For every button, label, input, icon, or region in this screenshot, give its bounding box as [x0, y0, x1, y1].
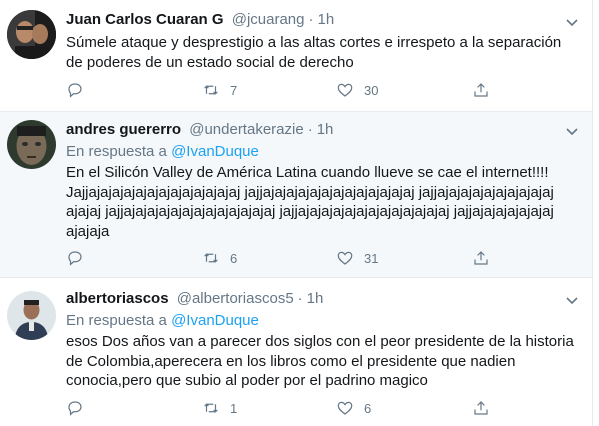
- reply-mention-link[interactable]: @IvanDuque: [171, 312, 259, 329]
- separator-dot: ·: [307, 121, 313, 138]
- tweet[interactable]: andres guererro @undertakerazie · 1h En re…: [0, 112, 592, 278]
- reply-button[interactable]: [66, 248, 84, 268]
- avatar-photo: [7, 291, 56, 340]
- share-button[interactable]: [472, 80, 490, 100]
- tweet-text: Súmele ataque y desprestigio a las altas…: [66, 34, 562, 71]
- like-count: 6: [364, 400, 372, 416]
- avatar[interactable]: [7, 291, 56, 340]
- tweet-actions: 7 30: [66, 80, 506, 100]
- retweet-button[interactable]: 1: [202, 398, 237, 418]
- share-icon: [474, 83, 488, 97]
- reply-icon: [68, 83, 82, 98]
- retweet-count: 1: [230, 400, 238, 416]
- share-button[interactable]: [472, 248, 490, 268]
- like-button[interactable]: 30: [336, 80, 378, 100]
- like-count: 31: [364, 250, 379, 266]
- reply-prefix: En respuesta a: [66, 143, 172, 160]
- tweet-time[interactable]: 1h: [317, 121, 334, 138]
- chevron-down-icon[interactable]: [564, 123, 580, 139]
- avatar-photo: [7, 10, 56, 59]
- retweet-button[interactable]: 6: [202, 248, 237, 268]
- share-icon: [474, 251, 488, 265]
- like-button[interactable]: 6: [336, 398, 371, 418]
- avatar[interactable]: [7, 10, 56, 59]
- chevron-down-icon[interactable]: [564, 292, 580, 308]
- separator-dot: ·: [297, 290, 303, 307]
- tweet-actions: 6 31: [66, 248, 506, 268]
- reply-button[interactable]: [66, 398, 84, 418]
- separator-dot: ·: [308, 11, 314, 28]
- tweet-time[interactable]: 1h: [307, 290, 324, 307]
- share-icon: [474, 401, 488, 415]
- reply-icon: [68, 401, 82, 416]
- tweet[interactable]: albertoriascos @albertoriascos5 · 1h En re…: [0, 278, 592, 426]
- chevron-down-icon[interactable]: [564, 14, 580, 30]
- retweet-button[interactable]: 7: [202, 80, 237, 100]
- retweet-icon: [204, 403, 218, 413]
- like-button[interactable]: 31: [336, 248, 378, 268]
- share-button[interactable]: [472, 398, 490, 418]
- tweet-text: En el Silicón Valley de América Latina c…: [66, 164, 554, 240]
- reply-context: En respuesta a @IvanDuque: [66, 311, 259, 330]
- timeline-border: [592, 0, 593, 426]
- like-count: 30: [364, 82, 379, 98]
- tweet-header: andres guererro @undertakerazie · 1h: [66, 121, 333, 139]
- author-handle[interactable]: @undertakerazie: [189, 121, 303, 138]
- like-icon: [337, 401, 353, 415]
- author-name[interactable]: andres guererro: [66, 121, 181, 138]
- retweet-icon: [204, 85, 218, 95]
- author-handle[interactable]: @albertoriascos5: [177, 290, 294, 307]
- tweet-header: Juan Carlos Cuaran G @jcuarang · 1h: [66, 11, 334, 29]
- reply-button[interactable]: [66, 80, 84, 100]
- tweet-actions: 1 6: [66, 398, 506, 418]
- retweet-count: 6: [230, 250, 238, 266]
- tweet-header: albertoriascos @albertoriascos5 · 1h: [66, 290, 323, 308]
- reply-context: En respuesta a @IvanDuque: [66, 142, 259, 161]
- reply-prefix: En respuesta a: [66, 312, 172, 329]
- retweet-icon: [204, 253, 218, 263]
- reply-icon: [68, 251, 82, 266]
- avatar[interactable]: [7, 120, 56, 169]
- author-name[interactable]: Juan Carlos Cuaran G: [66, 11, 224, 28]
- author-name[interactable]: albertoriascos: [66, 290, 169, 307]
- author-handle[interactable]: @jcuarang: [232, 11, 305, 28]
- tweet-time[interactable]: 1h: [318, 11, 335, 28]
- avatar-photo: [7, 120, 56, 169]
- reply-mention-link[interactable]: @IvanDuque: [171, 143, 259, 160]
- like-icon: [337, 83, 353, 97]
- tweet-text: esos Dos años van a parecer dos siglos c…: [66, 333, 574, 389]
- retweet-count: 7: [230, 82, 238, 98]
- like-icon: [337, 251, 353, 265]
- tweet[interactable]: Juan Carlos Cuaran G @jcuarang · 1h Súmele…: [0, 0, 592, 112]
